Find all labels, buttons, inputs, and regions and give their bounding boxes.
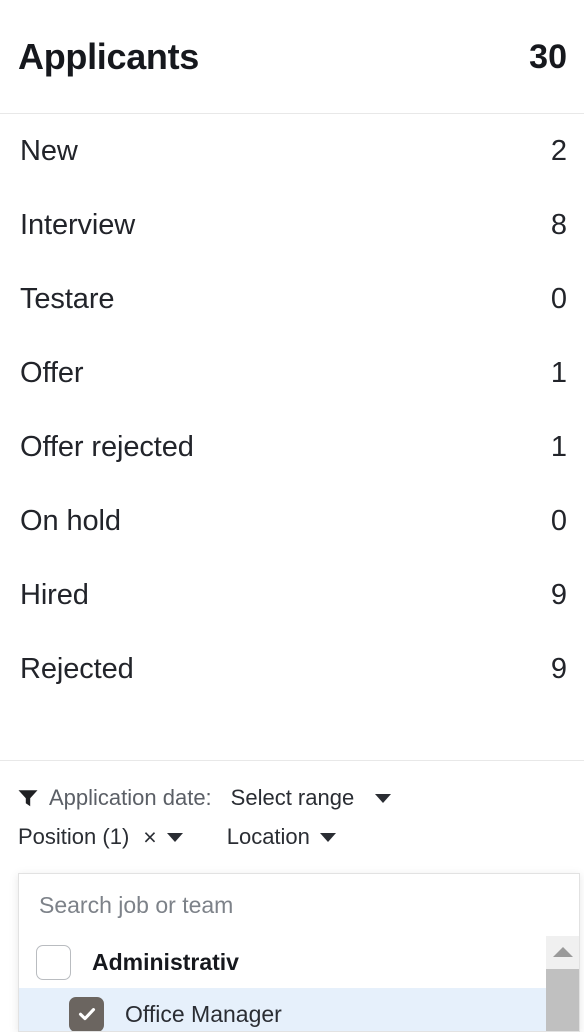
status-row[interactable]: Interview 8 [0, 188, 584, 262]
application-date-filter[interactable]: Application date: Select range [0, 761, 584, 811]
filter-funnel-icon [18, 790, 38, 807]
applicants-header: Applicants 30 [0, 0, 584, 114]
dropdown-search-row [19, 874, 579, 936]
status-label: Hired [20, 578, 89, 611]
application-date-label: Application date: [49, 785, 212, 810]
status-count: 0 [550, 504, 567, 537]
position-filter-label: Position (1) [18, 824, 130, 849]
status-label: Interview [20, 208, 136, 241]
position-chevron-down-icon[interactable] [166, 832, 183, 842]
position-filter-dropdown: Administrativ Office Manager [18, 873, 580, 1032]
scrollbar-thumb[interactable] [546, 969, 579, 1031]
filter-chips-row: Position (1) × Location [0, 811, 584, 850]
status-label: Offer [20, 356, 84, 389]
status-row[interactable]: Hired 9 [0, 558, 584, 632]
applicant-status-list: New 2 Interview 8 Testare 0 Offer 1 Offer reject… [0, 114, 584, 706]
location-filter-label: Location [226, 824, 310, 849]
status-row[interactable]: Offer 1 [0, 336, 584, 410]
status-count: 9 [550, 652, 567, 685]
dropdown-option-row[interactable]: Office Manager [19, 988, 579, 1031]
status-row[interactable]: On hold 0 [0, 484, 584, 558]
dropdown-option-list: Administrativ Office Manager [19, 936, 579, 1031]
status-count: 8 [550, 208, 567, 241]
applicants-total-count: 30 [529, 37, 567, 76]
status-count: 0 [550, 282, 567, 315]
dropdown-group-row[interactable]: Administrativ [19, 936, 579, 988]
dropdown-scrollbar[interactable] [546, 936, 579, 1031]
location-filter-chip[interactable]: Location [227, 824, 336, 850]
status-label: New [20, 134, 78, 167]
status-count: 9 [550, 578, 567, 611]
dropdown-option-label: Office Manager [125, 1000, 282, 1027]
status-count: 1 [550, 356, 567, 389]
position-clear-icon[interactable]: × [143, 825, 156, 849]
dropdown-option-label: Administrativ [92, 948, 239, 975]
status-row[interactable]: Testare 0 [0, 262, 584, 336]
filter-bar: Application date: Select range Position … [0, 761, 584, 850]
search-input[interactable] [39, 891, 519, 919]
application-date-value[interactable]: Select range [231, 785, 355, 811]
status-label: Rejected [20, 652, 134, 685]
status-row[interactable]: Rejected 9 [0, 632, 584, 706]
chevron-down-icon[interactable] [375, 793, 392, 803]
status-row[interactable]: Offer rejected 1 [0, 410, 584, 484]
status-count: 2 [550, 134, 567, 167]
status-label: Testare [20, 282, 115, 315]
checkbox-unchecked-icon[interactable] [36, 944, 71, 980]
status-count: 1 [550, 430, 567, 463]
status-label: On hold [20, 504, 121, 537]
status-row[interactable]: New 2 [0, 114, 584, 188]
location-chevron-down-icon[interactable] [319, 832, 336, 842]
checkbox-checked-icon[interactable] [69, 996, 104, 1031]
scroll-up-arrow-icon[interactable] [552, 947, 573, 957]
page-title: Applicants [18, 35, 200, 77]
status-label: Offer rejected [20, 430, 194, 463]
position-filter-chip[interactable]: Position (1) × [18, 824, 183, 850]
